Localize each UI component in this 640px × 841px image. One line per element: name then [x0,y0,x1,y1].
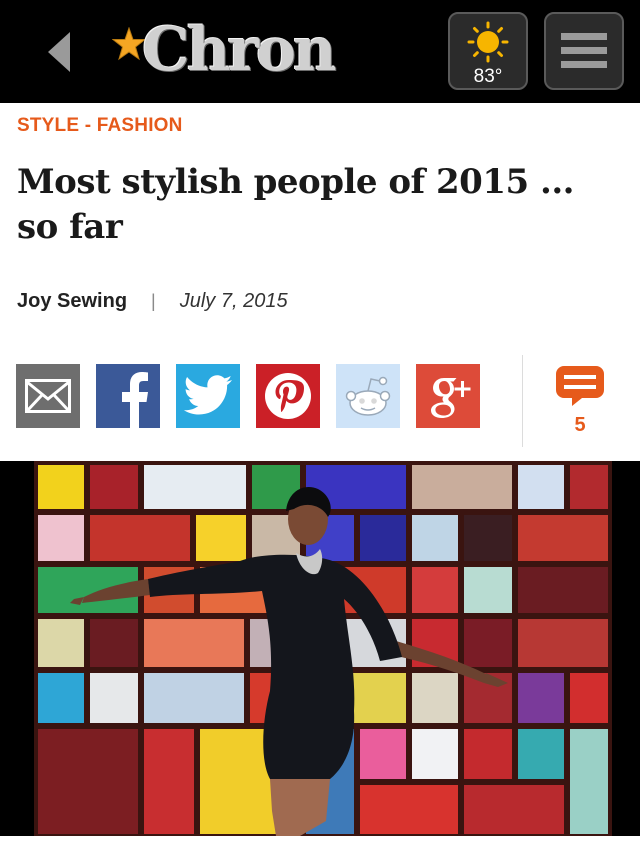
weather-button[interactable]: 83° [448,12,528,90]
facebook-icon [122,372,148,428]
facebook-share-button[interactable] [96,364,160,428]
share-divider [522,355,523,447]
section-label[interactable]: STYLE - FASHION [17,115,183,137]
publish-date: July 7, 2015 [179,290,288,312]
author-name[interactable]: Joy Sewing [17,290,127,313]
google-plus-icon [431,378,471,418]
logo-text: Chron [142,15,337,85]
email-share-button[interactable] [16,364,80,428]
reddit-share-button[interactable] [336,364,400,428]
article-photo[interactable] [0,461,640,836]
chevron-left-icon [48,32,70,72]
byline: Joy Sewing | July 7, 2015 [17,290,288,313]
pinterest-share-button[interactable] [256,364,320,428]
star-icon [112,27,146,61]
sun-icon [467,21,509,63]
site-logo[interactable]: Chron [112,14,337,86]
byline-separator: | [151,291,156,311]
email-icon [25,379,71,413]
article-headline: Most stylish people of 2015 ... so far [17,162,575,247]
menu-button[interactable] [544,12,624,90]
comment-count: 5 [574,414,586,436]
back-button[interactable] [38,26,78,78]
photo-image [0,461,640,836]
top-bar: Chron 83° [0,0,640,103]
twitter-icon [183,375,232,415]
comment-bubble-icon [556,366,604,406]
reddit-icon [345,376,391,416]
hamburger-menu-icon [561,33,607,68]
weather-temperature: 83° [473,66,503,87]
pinterest-icon [265,373,311,419]
twitter-share-button[interactable] [176,364,240,428]
comments-button[interactable]: 5 [552,362,608,442]
google-plus-share-button[interactable] [416,364,480,428]
